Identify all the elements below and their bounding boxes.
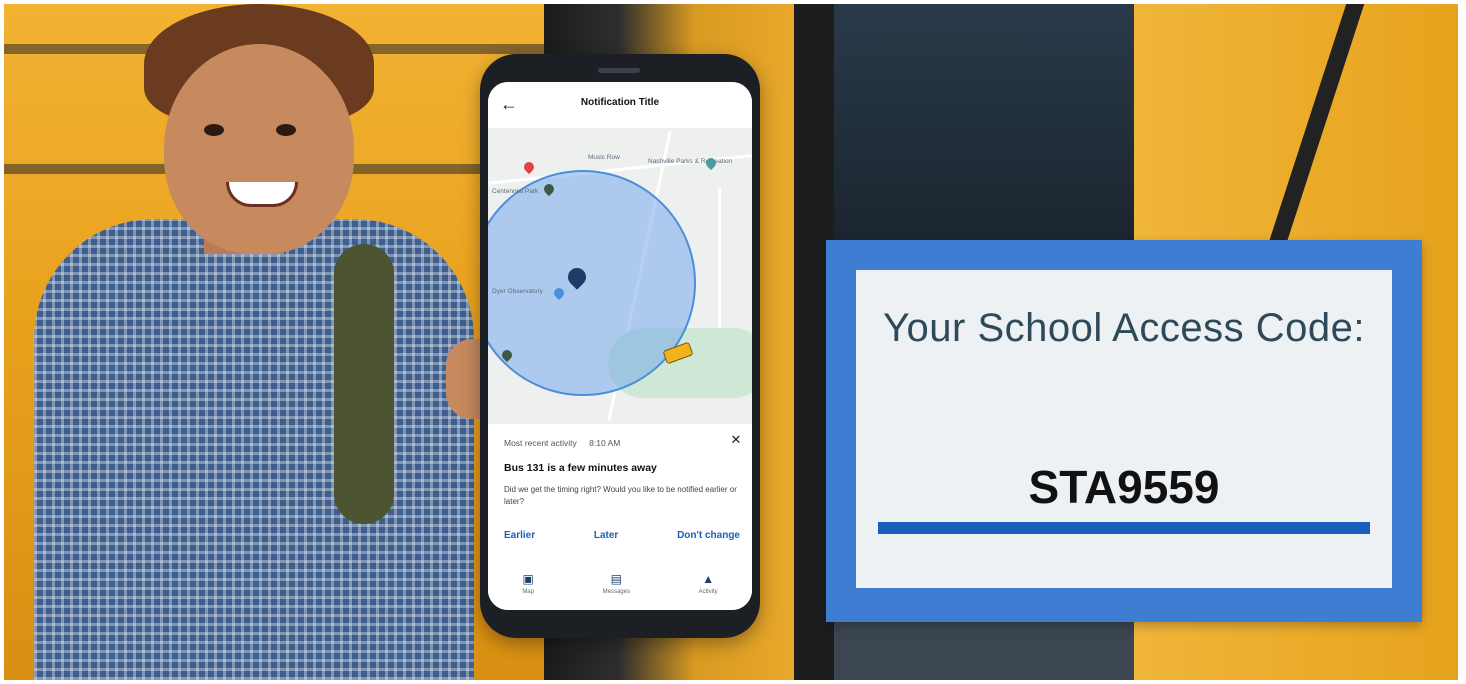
recent-activity-label: Most recent activity xyxy=(504,438,577,448)
app-header: ← Notification Title xyxy=(488,82,752,129)
bus-window xyxy=(834,4,1134,244)
nav-label: Map xyxy=(522,588,534,595)
close-icon[interactable]: ✕ xyxy=(728,432,744,448)
access-code-card-body: Your School Access Code: STA9559 xyxy=(856,270,1392,588)
backpack-strap xyxy=(334,244,394,524)
bottom-nav: ▣ Map ▤ Messages ▲ Activity xyxy=(488,556,752,610)
nav-item-messages[interactable]: ▤ Messages xyxy=(603,572,630,595)
map-label: Centennial Park xyxy=(492,188,539,195)
map-label: Nashville Parks & Recreation xyxy=(648,158,733,165)
notification-title: Notification Title xyxy=(580,97,660,108)
bell-icon: ▲ xyxy=(702,571,715,586)
access-code-card: Your School Access Code: STA9559 xyxy=(826,240,1422,622)
map-label: Music Row xyxy=(588,154,620,161)
bus-map[interactable]: Nashville Parks & Recreation Centennial … xyxy=(488,128,752,424)
earlier-button[interactable]: Earlier xyxy=(504,530,535,541)
photo-scene: ← Notification Title Nashville Parks & R… xyxy=(4,4,1458,680)
access-code-value: STA9559 xyxy=(1028,461,1220,513)
bus-lower-window xyxy=(834,614,1134,680)
access-code-underline xyxy=(878,522,1370,534)
nav-label: Activity xyxy=(698,588,718,595)
face xyxy=(164,44,354,254)
map-label: Dyer Observatory xyxy=(492,288,543,295)
map-icon: ▣ xyxy=(522,571,534,586)
child-illustration xyxy=(4,4,506,680)
nav-item-map[interactable]: ▣ Map xyxy=(522,572,534,595)
phone-speaker xyxy=(598,68,640,73)
nav-item-activity[interactable]: ▲ Activity xyxy=(699,572,718,595)
place-pin-icon[interactable] xyxy=(521,159,537,175)
timing-actions: Earlier Later Don't change xyxy=(504,530,740,541)
bus-status-title: Bus 131 is a few minutes away xyxy=(504,462,657,474)
messages-icon: ▤ xyxy=(610,571,622,586)
eye xyxy=(276,124,296,136)
later-button[interactable]: Later xyxy=(594,530,618,541)
nav-label: Messages xyxy=(602,588,630,595)
plaid-shirt xyxy=(34,219,474,680)
back-arrow-icon[interactable]: ← xyxy=(500,94,520,114)
phone-screen: ← Notification Title Nashville Parks & R… xyxy=(488,82,752,610)
smartphone: ← Notification Title Nashville Parks & R… xyxy=(480,54,760,638)
eye xyxy=(204,124,224,136)
timing-question: Did we get the timing right? Would you l… xyxy=(504,485,737,506)
recent-activity-time: 8:10 AM xyxy=(589,438,621,448)
recent-activity: Most recent activity 8:10 AM xyxy=(504,438,620,448)
access-code-heading: Your School Access Code: xyxy=(883,306,1365,350)
dont-change-button[interactable]: Don't change xyxy=(677,530,740,541)
